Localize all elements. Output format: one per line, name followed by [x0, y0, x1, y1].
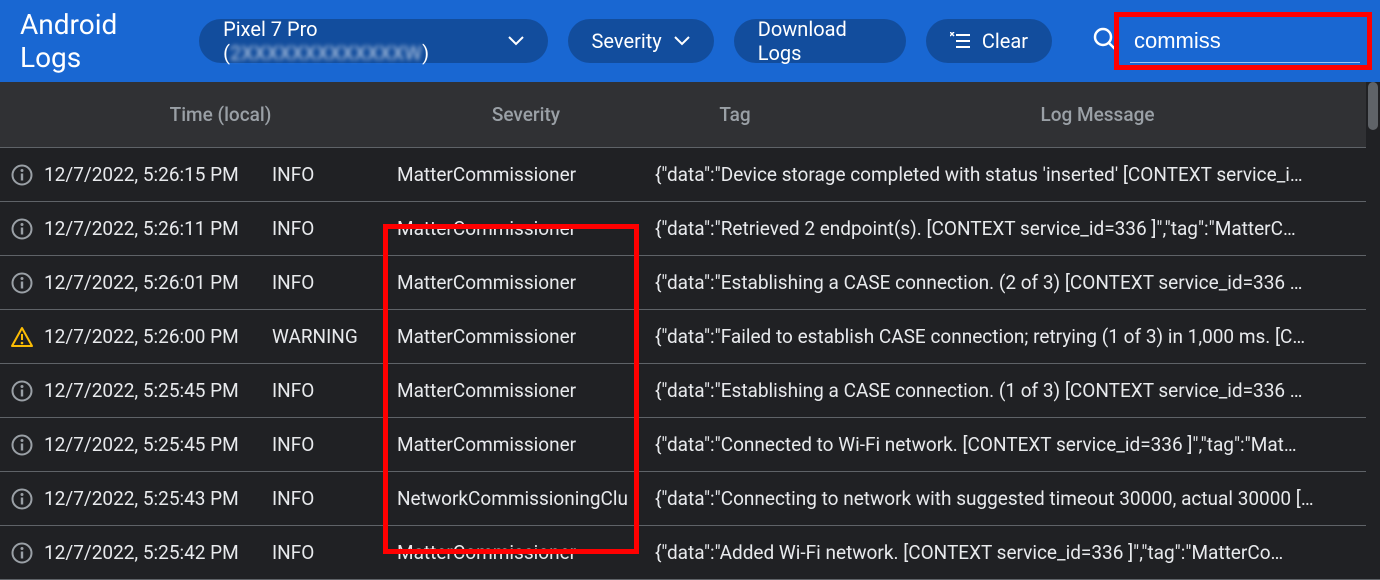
search-input[interactable] [1130, 20, 1360, 63]
severity-filter[interactable]: Severity [568, 19, 714, 63]
header-bar: Android Logs Pixel 7 Pro (2XXXXXXXXXXXXX… [0, 0, 1380, 82]
log-table: Time (local) Severity Tag Log Message 12… [0, 82, 1380, 580]
info-icon [11, 380, 33, 402]
cell-tag: MatterCommissioner [397, 433, 655, 456]
page-title: Android Logs [20, 8, 169, 74]
cell-severity: INFO [272, 433, 397, 456]
cell-tag: MatterCommissioner [397, 163, 655, 186]
device-selector[interactable]: Pixel 7 Pro (2XXXXXXXXXXXXXW) [199, 19, 547, 63]
cell-message: {"data":"Establishing a CASE connection.… [655, 271, 1380, 294]
cell-tag: MatterCommissioner [397, 217, 655, 240]
scrollbar-thumb[interactable] [1368, 82, 1378, 130]
clear-label: Clear [982, 29, 1028, 53]
info-icon [11, 164, 33, 186]
table-header: Time (local) Severity Tag Log Message [0, 82, 1380, 148]
table-row[interactable]: 12/7/2022, 5:26:11 PMINFOMatterCommissio… [0, 202, 1380, 256]
device-id-obscured: 2XXXXXXXXXXXXXW [230, 41, 422, 65]
cell-time: 12/7/2022, 5:26:00 PM [44, 325, 272, 348]
table-row[interactable]: 12/7/2022, 5:25:45 PMINFOMatterCommissio… [0, 364, 1380, 418]
cell-message: {"data":"Retrieved 2 endpoint(s). [CONTE… [655, 217, 1380, 240]
cell-time: 12/7/2022, 5:25:45 PM [44, 379, 272, 402]
cell-tag: MatterCommissioner [397, 379, 655, 402]
col-header-tag: Tag [655, 103, 815, 126]
cell-message: {"data":"Device storage completed with s… [655, 163, 1380, 186]
cell-message: {"data":"Connecting to network with sugg… [655, 487, 1380, 510]
cell-tag: MatterCommissioner [397, 271, 655, 294]
info-icon [11, 272, 33, 294]
cell-time: 12/7/2022, 5:26:15 PM [44, 163, 272, 186]
col-header-time: Time (local) [44, 103, 397, 126]
table-row[interactable]: 12/7/2022, 5:25:43 PMINFONetworkCommissi… [0, 472, 1380, 526]
warning-icon [10, 326, 34, 348]
cell-message: {"data":"Establishing a CASE connection.… [655, 379, 1380, 402]
col-header-severity: Severity [397, 103, 655, 126]
cell-severity: INFO [272, 487, 397, 510]
cell-time: 12/7/2022, 5:25:43 PM [44, 487, 272, 510]
clear-button[interactable]: Clear [926, 19, 1052, 63]
scrollbar-track[interactable] [1366, 82, 1380, 553]
cell-severity: WARNING [272, 325, 397, 348]
cell-tag: NetworkCommissioningClu [397, 487, 655, 510]
cell-time: 12/7/2022, 5:26:01 PM [44, 271, 272, 294]
cell-severity: INFO [272, 217, 397, 240]
severity-filter-label: Severity [592, 29, 662, 53]
cell-tag: MatterCommissioner [397, 325, 655, 348]
search-icon [1092, 26, 1118, 56]
chevron-down-icon [508, 36, 524, 46]
info-icon [11, 434, 33, 456]
table-row[interactable]: 12/7/2022, 5:25:42 PMINFOMatterCommissio… [0, 526, 1380, 580]
table-row[interactable]: 12/7/2022, 5:26:01 PMINFOMatterCommissio… [0, 256, 1380, 310]
device-name-suffix: ) [422, 41, 429, 65]
cell-message: {"data":"Failed to establish CASE connec… [655, 325, 1380, 348]
clear-list-icon [950, 32, 970, 50]
download-logs-label: Download Logs [758, 17, 882, 65]
table-row[interactable]: 12/7/2022, 5:26:15 PMINFOMatterCommissio… [0, 148, 1380, 202]
cell-severity: INFO [272, 163, 397, 186]
cell-time: 12/7/2022, 5:26:11 PM [44, 217, 272, 240]
download-logs-button[interactable]: Download Logs [734, 19, 906, 63]
info-icon [11, 488, 33, 510]
table-row[interactable]: 12/7/2022, 5:25:45 PMINFOMatterCommissio… [0, 418, 1380, 472]
search-container [1092, 20, 1360, 63]
cell-message: {"data":"Connected to Wi-Fi network. [CO… [655, 433, 1380, 456]
cell-severity: INFO [272, 379, 397, 402]
chevron-down-icon [674, 36, 690, 46]
info-icon [11, 218, 33, 240]
cell-time: 12/7/2022, 5:25:45 PM [44, 433, 272, 456]
cell-severity: INFO [272, 271, 397, 294]
col-header-message: Log Message [815, 103, 1380, 126]
table-row[interactable]: 12/7/2022, 5:26:00 PMWARNINGMatterCommis… [0, 310, 1380, 364]
